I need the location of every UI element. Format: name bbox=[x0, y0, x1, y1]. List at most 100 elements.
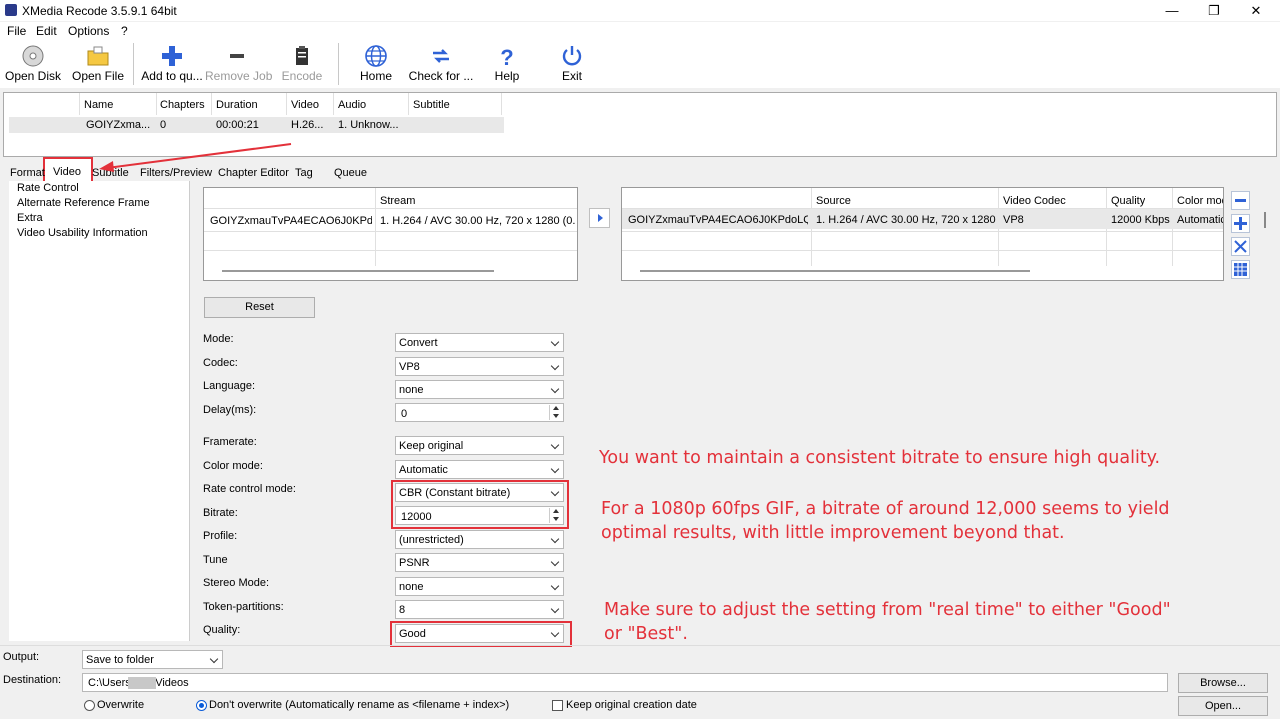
column-header-audio[interactable]: Audio bbox=[338, 99, 366, 111]
mode-select[interactable]: Convert bbox=[395, 333, 564, 352]
column-separator bbox=[375, 188, 376, 266]
keep-creation-date-checkbox[interactable] bbox=[552, 700, 563, 711]
tree-item-video-usability-information[interactable]: Video Usability Information bbox=[17, 227, 148, 239]
tab-format[interactable]: Format bbox=[8, 167, 47, 179]
column-header-color-mode[interactable]: Color mod bbox=[1177, 195, 1223, 207]
quality-highlight bbox=[390, 621, 572, 647]
tune-select[interactable]: PSNR bbox=[395, 553, 564, 572]
output-stream-table[interactable]: Source Video Codec Quality Color mod GOI… bbox=[621, 187, 1224, 281]
overwrite-radio[interactable] bbox=[84, 700, 95, 711]
color-mode-select[interactable]: Automatic bbox=[395, 460, 564, 479]
add-output-stream-button[interactable] bbox=[1231, 214, 1250, 233]
help-button[interactable]: ? Help bbox=[485, 40, 529, 88]
source-stream-table[interactable]: Stream GOIYZxmauTvPA4ECAO6J0KPdo... 1. H… bbox=[203, 187, 578, 281]
source-stream-info: 1. H.264 / AVC 30.00 Hz, 720 x 1280 (0.5… bbox=[380, 215, 576, 227]
menu-help[interactable]: ? bbox=[121, 24, 128, 38]
column-separator bbox=[333, 93, 334, 115]
minimize-button[interactable]: — bbox=[1152, 0, 1192, 21]
column-header-quality[interactable]: Quality bbox=[1111, 195, 1145, 207]
home-button[interactable]: Home bbox=[352, 40, 400, 88]
delay-stepper[interactable]: 0 bbox=[395, 403, 564, 422]
chevron-down-icon bbox=[550, 337, 560, 347]
codec-select[interactable]: VP8 bbox=[395, 357, 564, 376]
tune-value: PSNR bbox=[399, 557, 430, 569]
video-settings-tree: Rate Control Alternate Reference Frame E… bbox=[9, 181, 190, 641]
language-select[interactable]: none bbox=[395, 380, 564, 399]
chevron-down-icon bbox=[550, 604, 560, 614]
horizontal-scrollbar[interactable] bbox=[640, 270, 1030, 272]
open-file-button[interactable]: Open File bbox=[68, 40, 128, 88]
encode-button[interactable]: Encode bbox=[274, 40, 330, 88]
menu-file[interactable]: File bbox=[7, 24, 26, 38]
token-partitions-select[interactable]: 8 bbox=[395, 600, 564, 619]
tree-item-alternate-reference-frame[interactable]: Alternate Reference Frame bbox=[17, 197, 150, 209]
add-stream-button[interactable] bbox=[589, 208, 610, 228]
stream-settings-button[interactable] bbox=[1231, 260, 1250, 279]
job-duration-cell: 00:00:21 bbox=[216, 119, 259, 131]
column-header-video[interactable]: Video bbox=[291, 99, 319, 111]
remove-job-label: Remove Job bbox=[205, 69, 273, 83]
rate-control-mode-label: Rate control mode: bbox=[203, 483, 296, 495]
stepper-down-icon[interactable] bbox=[553, 414, 559, 418]
framerate-select[interactable]: Keep original bbox=[395, 436, 564, 455]
tab-video[interactable]: Video bbox=[51, 166, 83, 178]
output-label: Output: bbox=[3, 651, 40, 663]
play-arrow-icon bbox=[598, 214, 603, 222]
column-header-stream[interactable]: Stream bbox=[380, 195, 415, 207]
exit-label: Exit bbox=[561, 69, 582, 83]
stepper-buttons[interactable] bbox=[549, 405, 562, 420]
minus-icon bbox=[230, 54, 244, 58]
browse-button[interactable]: Browse... bbox=[1178, 673, 1268, 693]
open-disk-button[interactable]: Open Disk bbox=[2, 40, 64, 88]
maximize-button[interactable]: ❐ bbox=[1194, 0, 1234, 21]
output-select[interactable]: Save to folder bbox=[82, 650, 223, 669]
check-for-updates-button[interactable]: Check for ... bbox=[408, 40, 474, 88]
column-header-chapters[interactable]: Chapters bbox=[160, 99, 205, 111]
refresh-icon bbox=[433, 49, 449, 63]
token-partitions-value: 8 bbox=[399, 604, 406, 616]
remove-stream-button[interactable] bbox=[1231, 191, 1250, 210]
open-file-label: Open File bbox=[71, 69, 125, 83]
rate-control-highlight bbox=[391, 480, 569, 529]
divider bbox=[0, 645, 1280, 646]
tab-tag[interactable]: Tag bbox=[293, 167, 315, 179]
column-header-subtitle[interactable]: Subtitle bbox=[413, 99, 450, 111]
power-icon bbox=[562, 46, 582, 66]
chevron-down-icon bbox=[550, 440, 560, 450]
tab-queue[interactable]: Queue bbox=[332, 167, 369, 179]
codec-value: VP8 bbox=[399, 361, 420, 373]
column-separator bbox=[501, 93, 502, 115]
menu-edit[interactable]: Edit bbox=[36, 24, 57, 38]
destination-label: Destination: bbox=[3, 674, 62, 686]
column-separator bbox=[408, 93, 409, 115]
delete-stream-button[interactable] bbox=[1231, 237, 1250, 256]
tree-item-extra[interactable]: Extra bbox=[17, 212, 43, 224]
remove-job-button[interactable]: Remove Job bbox=[205, 40, 273, 88]
column-header-name[interactable]: Name bbox=[84, 99, 113, 111]
horizontal-scrollbar[interactable] bbox=[222, 270, 494, 272]
close-button[interactable]: ✕ bbox=[1236, 0, 1276, 21]
chevron-down-icon bbox=[550, 534, 560, 544]
row-divider bbox=[204, 231, 577, 232]
column-header-video-codec[interactable]: Video Codec bbox=[1003, 195, 1066, 207]
column-header-duration[interactable]: Duration bbox=[216, 99, 258, 111]
dont-overwrite-radio[interactable] bbox=[196, 700, 207, 711]
stereo-mode-select[interactable]: none bbox=[395, 577, 564, 596]
open-folder-button[interactable]: Open... bbox=[1178, 696, 1268, 716]
chevron-down-icon bbox=[550, 557, 560, 567]
chevron-down-icon bbox=[209, 654, 219, 664]
window-title: XMedia Recode 3.5.9.1 64bit bbox=[22, 4, 177, 18]
tree-item-rate-control[interactable]: Rate Control bbox=[17, 182, 79, 194]
destination-input[interactable]: C:\Users\ \Videos bbox=[82, 673, 1168, 692]
reset-button[interactable]: Reset bbox=[204, 297, 315, 318]
mode-label: Mode: bbox=[203, 333, 234, 345]
vertical-scrollbar[interactable] bbox=[1264, 212, 1266, 228]
exit-button[interactable]: Exit bbox=[552, 40, 592, 88]
add-to-queue-button[interactable]: Add to qu... bbox=[139, 40, 205, 88]
profile-select[interactable]: (unrestricted) bbox=[395, 530, 564, 549]
output-file-name: GOIYZxmauTvPA4ECAO6J0KPdoLQo... bbox=[628, 214, 808, 226]
stepper-up-icon[interactable] bbox=[553, 406, 559, 410]
column-header-source[interactable]: Source bbox=[816, 195, 851, 207]
color-mode-label: Color mode: bbox=[203, 460, 263, 472]
menu-options[interactable]: Options bbox=[68, 24, 109, 38]
